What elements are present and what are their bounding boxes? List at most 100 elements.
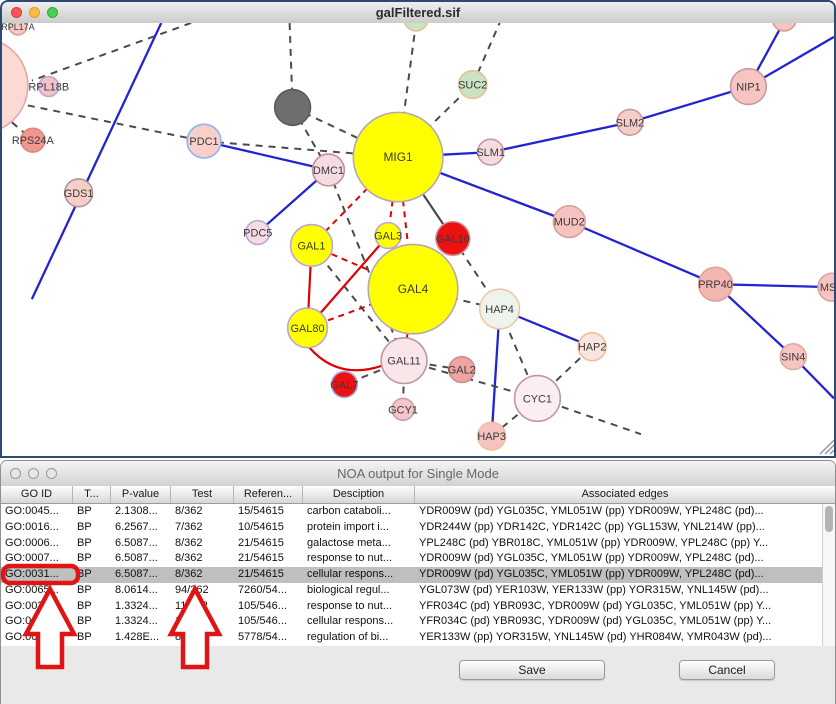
node-unlabeled[interactable] — [2, 38, 28, 133]
table-row[interactable]: GO:0031...BP1.3324...11/362105/546...cel… — [1, 614, 835, 630]
node-label-GAL10: GAL10 — [436, 233, 470, 245]
node-label-GAL80: GAL80 — [291, 323, 325, 335]
table-cell: BP — [73, 520, 111, 536]
table-cell: 1.3324... — [111, 614, 171, 630]
column-header-t[interactable]: T... — [73, 486, 111, 503]
node-label-GDS1: GDS1 — [64, 188, 94, 200]
table-cell: BP — [73, 614, 111, 630]
table-cell: cellular respons... — [303, 614, 415, 630]
table-cell: 15/54615 — [234, 504, 303, 520]
node-label-SUC2: SUC2 — [458, 80, 487, 92]
network-edge-red — [310, 348, 383, 371]
table-cell: 2.1308... — [111, 504, 171, 520]
table-row[interactable]: GO:0006...BP6.5087...8/36221/54615galact… — [1, 536, 835, 552]
table-cell: galactose meta... — [303, 536, 415, 552]
network-edge-pd — [32, 23, 191, 81]
table-cell: 8/362 — [171, 504, 234, 520]
resize-grip[interactable] — [820, 440, 834, 454]
node-label-PRP40: PRP40 — [698, 279, 733, 291]
node-label-SIN4: SIN4 — [781, 352, 805, 364]
window-title: galFiltered.sif — [2, 5, 834, 20]
node-label-GAL7: GAL7 — [330, 379, 358, 391]
table-cell: 7/362 — [171, 520, 234, 536]
table-cell: regulation of bi... — [303, 630, 415, 646]
table-row[interactable]: GO:0016...BP6.2567...7/36210/54615protei… — [1, 520, 835, 536]
noa-titlebar[interactable]: NOA output for Single Mode — [1, 461, 835, 487]
network-graph: RPL17ARPL18BRPS24AGDS1PDC1DMC1MIG1SUC2SL… — [2, 23, 834, 456]
column-header-referen[interactable]: Referen... — [234, 486, 303, 503]
table-cell: GO:0031... — [1, 567, 73, 583]
table-cell: 7260/54... — [234, 583, 303, 599]
table-cell: 80/362 — [171, 630, 234, 646]
network-edge-pp — [569, 222, 715, 285]
column-header-desciption[interactable]: Desciption — [303, 486, 415, 503]
cancel-button[interactable]: Cancel — [679, 660, 775, 680]
save-button[interactable]: Save — [459, 660, 605, 680]
table-cell: 11/362 — [171, 599, 234, 615]
node-unlabeled[interactable] — [275, 90, 311, 126]
network-edge-pp — [491, 122, 630, 152]
table-header[interactable]: GO IDT...P-valueTestReferen...Desciption… — [1, 486, 835, 504]
table-cell: BP — [73, 630, 111, 646]
table-cell: YGL073W (pd) YER103W, YER133W (pp) YOR31… — [415, 583, 835, 599]
node-label-SLM2: SLM2 — [616, 117, 645, 129]
node-label-MUD2: MUD2 — [554, 217, 585, 229]
table-cell: carbon cataboli... — [303, 504, 415, 520]
table-cell: BP — [73, 567, 111, 583]
table-cell: BP — [73, 599, 111, 615]
table-scrollbar[interactable] — [822, 504, 835, 646]
table-cell: YDR009W (pd) YGL035C, YML051W (pp) YDR00… — [415, 551, 835, 567]
table-cell: 94/362 — [171, 583, 234, 599]
node-label-HAP2: HAP2 — [578, 342, 607, 354]
table-cell: 1.428E... — [111, 630, 171, 646]
table-cell: GO:0031... — [1, 599, 73, 615]
node-label-MSN: MSN — [820, 282, 834, 294]
node-label-RPL18B: RPL18B — [28, 82, 69, 94]
node-label-CYC1: CYC1 — [523, 393, 552, 405]
node-label-GAL4: GAL4 — [398, 282, 429, 296]
table-row[interactable]: GO:0065...BP8.0614...94/3627260/54...bio… — [1, 583, 835, 599]
table-row[interactable]: GO:0031...BP1.3324...11/362105/546...res… — [1, 599, 835, 615]
table-cell: GO:0006... — [1, 536, 73, 552]
table-cell: response to nut... — [303, 599, 415, 615]
table-cell: 8/362 — [171, 551, 234, 567]
table-body: GO:0045...BP2.1308...8/36215/54615carbon… — [1, 504, 835, 646]
node-label-RPL17A: RPL17A — [2, 23, 35, 32]
column-header-goid[interactable]: GO ID — [1, 486, 73, 503]
table-row[interactable]: GO:0050...BP1.428E...80/3625778/54...reg… — [1, 630, 835, 646]
node-unlabeled[interactable] — [772, 23, 796, 31]
table-row[interactable]: GO:0031...BP6.5087...8/36221/54615cellul… — [1, 567, 835, 583]
column-header-associatededges[interactable]: Associated edges — [415, 486, 835, 503]
network-edge-pp — [32, 23, 161, 299]
table-cell: 8.0614... — [111, 583, 171, 599]
table-cell: 21/54615 — [234, 551, 303, 567]
table-cell: GO:0007... — [1, 551, 73, 567]
node-label-NIP1: NIP1 — [736, 82, 760, 94]
table-cell: 21/54615 — [234, 536, 303, 552]
table-cell: GO:0016... — [1, 520, 73, 536]
node-unlabeled[interactable] — [404, 23, 428, 31]
column-header-test[interactable]: Test — [171, 486, 234, 503]
table-row[interactable]: GO:0007...BP6.5087...8/36221/54615respon… — [1, 551, 835, 567]
table-cell: cellular respons... — [303, 567, 415, 583]
scrollbar-thumb[interactable] — [825, 506, 833, 532]
column-header-pvalue[interactable]: P-value — [111, 486, 171, 503]
node-label-GAL3: GAL3 — [374, 231, 402, 243]
table-cell: 6.5087... — [111, 536, 171, 552]
table-cell: 1.3324... — [111, 599, 171, 615]
table-cell: BP — [73, 583, 111, 599]
node-label-SLM1: SLM1 — [476, 147, 505, 159]
network-edge-pd — [28, 105, 204, 141]
table-cell: BP — [73, 504, 111, 520]
table-cell: 10/54615 — [234, 520, 303, 536]
table-row[interactable]: GO:0045...BP2.1308...8/36215/54615carbon… — [1, 504, 835, 520]
table-cell: response to nut... — [303, 551, 415, 567]
table-cell: YPL248C (pd) YBR018C, YML051W (pp) YDR00… — [415, 536, 835, 552]
table-cell: 8/362 — [171, 536, 234, 552]
table-cell: YDR244W (pp) YDR142C, YDR142C (pp) YGL15… — [415, 520, 835, 536]
table-cell: YDR009W (pd) YGL035C, YML051W (pp) YDR00… — [415, 504, 835, 520]
network-canvas[interactable]: RPL17ARPL18BRPS24AGDS1PDC1DMC1MIG1SUC2SL… — [2, 23, 834, 456]
network-titlebar[interactable]: galFiltered.sif — [2, 2, 834, 24]
table-cell: protein import i... — [303, 520, 415, 536]
table-cell: BP — [73, 551, 111, 567]
